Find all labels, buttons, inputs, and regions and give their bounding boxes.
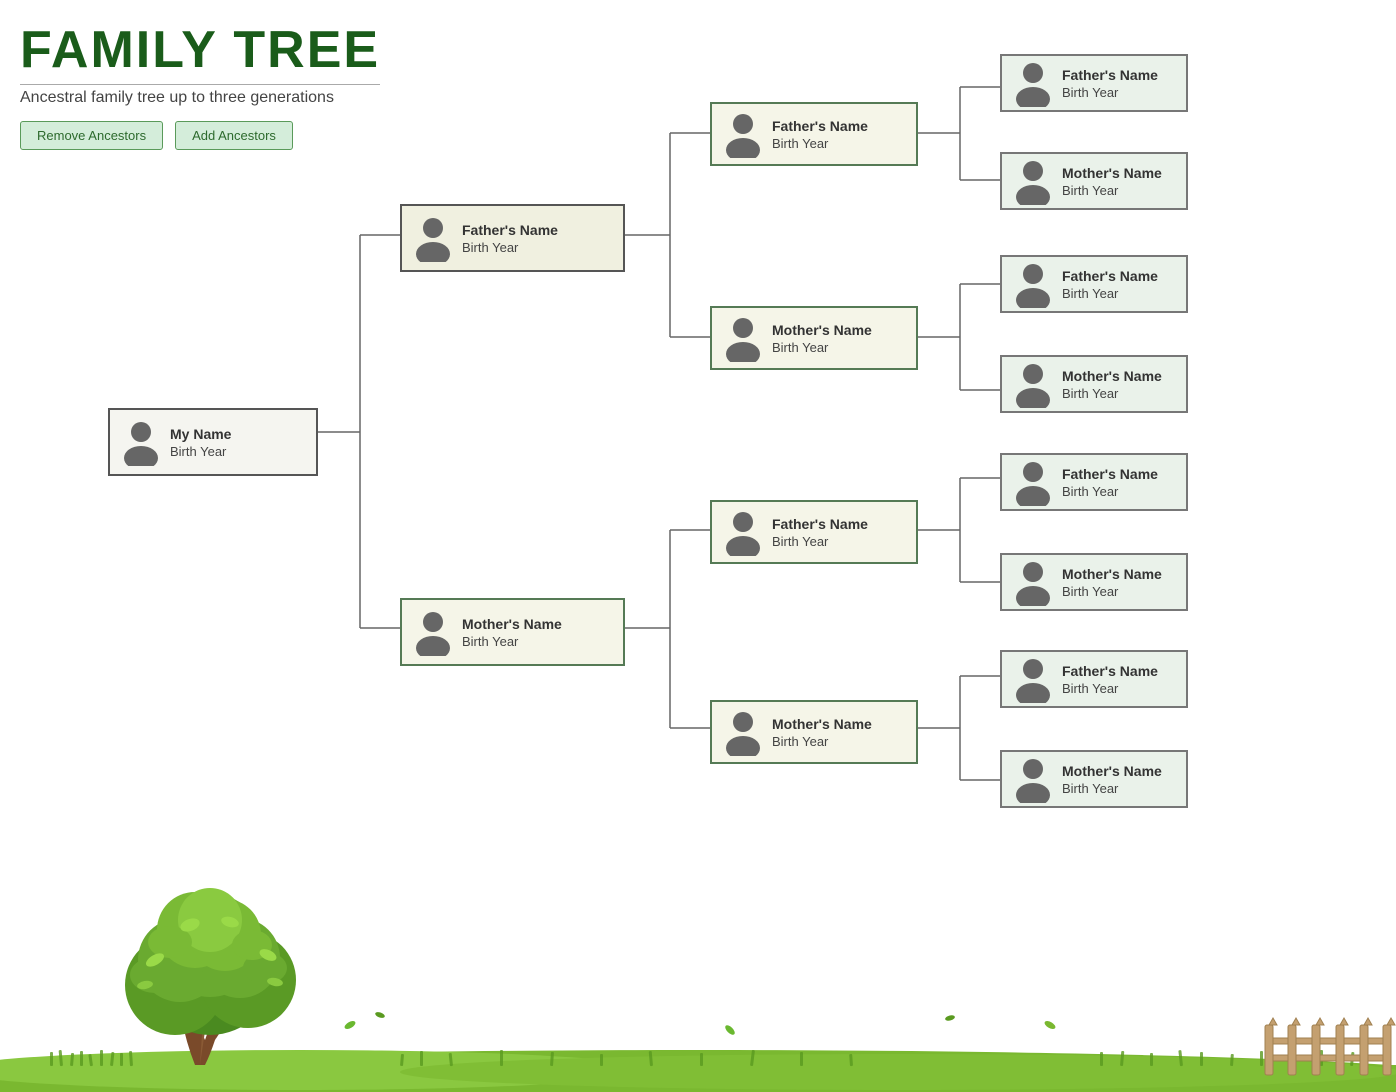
fm-card[interactable]: Mother's Name Birth Year xyxy=(710,306,918,370)
fmf-card[interactable]: Father's Name Birth Year xyxy=(1000,255,1188,313)
decorative-bottom xyxy=(0,870,1396,1092)
mf-name: Father's Name xyxy=(772,516,868,532)
mfm-avatar-icon xyxy=(1012,558,1054,606)
mfm-year: Birth Year xyxy=(1062,584,1162,599)
fm-avatar-icon xyxy=(722,314,764,362)
mm-name: Mother's Name xyxy=(772,716,872,732)
mf-card[interactable]: Father's Name Birth Year xyxy=(710,500,918,564)
mmf-card[interactable]: Father's Name Birth Year xyxy=(1000,650,1188,708)
fmf-name: Father's Name xyxy=(1062,268,1158,284)
mm-year: Birth Year xyxy=(772,734,872,749)
ffm-name: Mother's Name xyxy=(1062,165,1162,181)
mmf-year: Birth Year xyxy=(1062,681,1158,696)
mfm-card[interactable]: Mother's Name Birth Year xyxy=(1000,553,1188,611)
ground-scene-svg xyxy=(0,870,1396,1092)
fmm-card[interactable]: Mother's Name Birth Year xyxy=(1000,355,1188,413)
mmm-card[interactable]: Mother's Name Birth Year xyxy=(1000,750,1188,808)
mff-year: Birth Year xyxy=(1062,484,1158,499)
page-header: FAMILY TREE Ancestral family tree up to … xyxy=(20,20,380,150)
ff-card[interactable]: Father's Name Birth Year xyxy=(710,102,918,166)
ff-name: Father's Name xyxy=(772,118,868,134)
fm-name: Mother's Name xyxy=(772,322,872,338)
mmm-year: Birth Year xyxy=(1062,781,1162,796)
page-title: FAMILY TREE xyxy=(20,20,380,80)
fff-card[interactable]: Father's Name Birth Year xyxy=(1000,54,1188,112)
mother-name: Mother's Name xyxy=(462,616,562,632)
fmm-avatar-icon xyxy=(1012,360,1054,408)
mff-name: Father's Name xyxy=(1062,466,1158,482)
father-avatar-icon xyxy=(412,214,454,262)
add-ancestors-button[interactable]: Add Ancestors xyxy=(175,121,293,150)
mother-card[interactable]: Mother's Name Birth Year xyxy=(400,598,625,666)
ff-year: Birth Year xyxy=(772,136,868,151)
fm-year: Birth Year xyxy=(772,340,872,355)
ff-avatar-icon xyxy=(722,110,764,158)
fff-name: Father's Name xyxy=(1062,67,1158,83)
father-card[interactable]: Father's Name Birth Year xyxy=(400,204,625,272)
mother-avatar-icon xyxy=(412,608,454,656)
father-name: Father's Name xyxy=(462,222,558,238)
ffm-card[interactable]: Mother's Name Birth Year xyxy=(1000,152,1188,210)
fmm-name: Mother's Name xyxy=(1062,368,1162,384)
ffm-avatar-icon xyxy=(1012,157,1054,205)
page-subtitle: Ancestral family tree up to three genera… xyxy=(20,84,380,107)
remove-ancestors-button[interactable]: Remove Ancestors xyxy=(20,121,163,150)
mf-avatar-icon xyxy=(722,508,764,556)
me-avatar-icon xyxy=(120,418,162,466)
mmf-avatar-icon xyxy=(1012,655,1054,703)
fmf-avatar-icon xyxy=(1012,260,1054,308)
mm-card[interactable]: Mother's Name Birth Year xyxy=(710,700,918,764)
fmf-year: Birth Year xyxy=(1062,286,1158,301)
me-card[interactable]: My Name Birth Year xyxy=(108,408,318,476)
me-name: My Name xyxy=(170,426,231,442)
fff-year: Birth Year xyxy=(1062,85,1158,100)
father-year: Birth Year xyxy=(462,240,558,255)
fff-avatar-icon xyxy=(1012,59,1054,107)
ffm-year: Birth Year xyxy=(1062,183,1162,198)
mfm-name: Mother's Name xyxy=(1062,566,1162,582)
mff-card[interactable]: Father's Name Birth Year xyxy=(1000,453,1188,511)
mmm-avatar-icon xyxy=(1012,755,1054,803)
mmm-name: Mother's Name xyxy=(1062,763,1162,779)
me-year: Birth Year xyxy=(170,444,231,459)
mmf-name: Father's Name xyxy=(1062,663,1158,679)
fmm-year: Birth Year xyxy=(1062,386,1162,401)
mother-year: Birth Year xyxy=(462,634,562,649)
mf-year: Birth Year xyxy=(772,534,868,549)
mm-avatar-icon xyxy=(722,708,764,756)
mff-avatar-icon xyxy=(1012,458,1054,506)
